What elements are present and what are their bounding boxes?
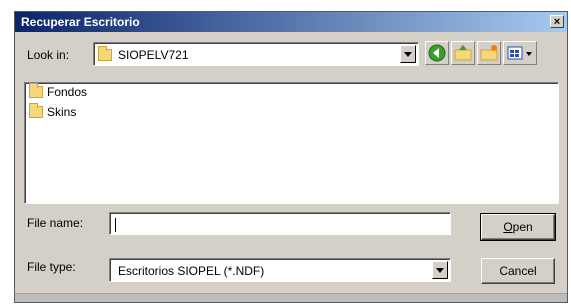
new-folder-button[interactable] [477, 41, 501, 65]
text-caret [115, 218, 116, 232]
new-folder-icon [480, 45, 498, 61]
file-name-label: File name: [27, 216, 84, 230]
back-icon [428, 44, 446, 62]
look-in-value: SIOPELV721 [118, 48, 189, 62]
up-folder-button[interactable] [451, 41, 475, 65]
folder-icon [29, 103, 43, 118]
folder-icon [29, 83, 43, 98]
recover-desktop-dialog: Recuperar Escritorio × Look in: SIOPELV7… [14, 11, 568, 303]
chevron-down-icon[interactable] [400, 45, 416, 63]
file-name-input[interactable] [109, 212, 451, 235]
open-mnemonic: O [503, 220, 513, 234]
up-folder-icon [454, 45, 472, 61]
cancel-button[interactable]: Cancel [481, 258, 555, 284]
file-type-value: Escritorios SIOPEL (*.NDF) [118, 264, 265, 278]
list-item[interactable]: Fondos [27, 83, 167, 101]
open-button[interactable]: Open [480, 213, 556, 241]
open-label: pen [512, 220, 533, 234]
view-menu-button[interactable] [503, 41, 537, 65]
file-name: Skins [47, 105, 77, 119]
look-in-label: Look in: [27, 48, 70, 62]
file-name: Fondos [47, 85, 88, 99]
look-in-combo[interactable]: SIOPELV721 [93, 42, 419, 66]
file-type-label: File type: [27, 260, 76, 274]
dialog-background: Recuperar Escritorio × Look in: SIOPELV7… [0, 0, 571, 308]
list-item[interactable]: Skins [27, 103, 167, 121]
file-list[interactable]: Fondos Skins [24, 82, 559, 204]
status-bar [15, 293, 567, 302]
back-button[interactable] [425, 41, 449, 65]
file-type-combo[interactable]: Escritorios SIOPEL (*.NDF) [109, 258, 451, 282]
close-button[interactable]: × [550, 15, 564, 28]
view-menu-icon [507, 46, 532, 60]
window-title: Recuperar Escritorio [21, 15, 140, 29]
title-bar: Recuperar Escritorio × [15, 12, 567, 32]
chevron-down-icon[interactable] [432, 261, 448, 279]
folder-icon [98, 46, 112, 61]
